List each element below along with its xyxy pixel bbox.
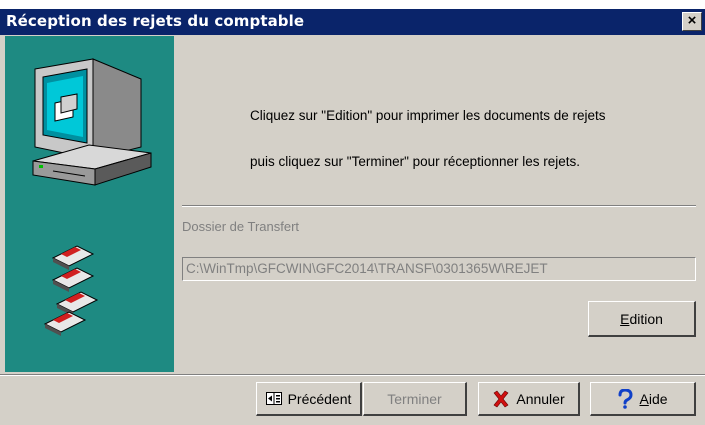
precedent-button[interactable]: Précédent (256, 382, 362, 416)
annuler-label: Annuler (516, 390, 565, 407)
dialog-window: Réception des rejets du comptable × Cliq… (0, 9, 705, 425)
aide-button[interactable]: Aide (590, 382, 696, 416)
separator (182, 205, 696, 207)
aide-label: Aide (639, 390, 668, 407)
edition-button[interactable]: Edition (588, 301, 696, 337)
edition-button-label: Edition (620, 310, 663, 327)
close-button[interactable]: × (682, 12, 702, 31)
computer-icon (32, 58, 152, 186)
instruction-line-2: puis cliquez sur "Terminer" pour récepti… (250, 154, 580, 169)
footer-separator (0, 374, 705, 376)
cancel-x-icon (493, 390, 509, 407)
side-illustration-panel (5, 36, 174, 372)
transfer-folder-label: Dossier de Transfert (182, 219, 300, 234)
annuler-button[interactable]: Annuler (478, 382, 580, 416)
precedent-label: Précédent (287, 390, 352, 407)
terminer-label: Terminer (387, 390, 442, 407)
terminer-button[interactable]: Terminer (363, 382, 467, 416)
window-title: Réception des rejets du comptable (6, 12, 305, 30)
instruction-line-1: Cliquez sur "Edition" pour imprimer les … (250, 108, 606, 123)
transfer-folder-field[interactable]: C:\WinTmp\GFCWIN\GFC2014\TRANSF\0301365W… (182, 257, 696, 281)
previous-icon (265, 392, 282, 405)
title-bar[interactable]: Réception des rejets du comptable × (0, 9, 705, 35)
help-question-icon (618, 388, 633, 409)
floppy-disk-icon (43, 245, 99, 336)
